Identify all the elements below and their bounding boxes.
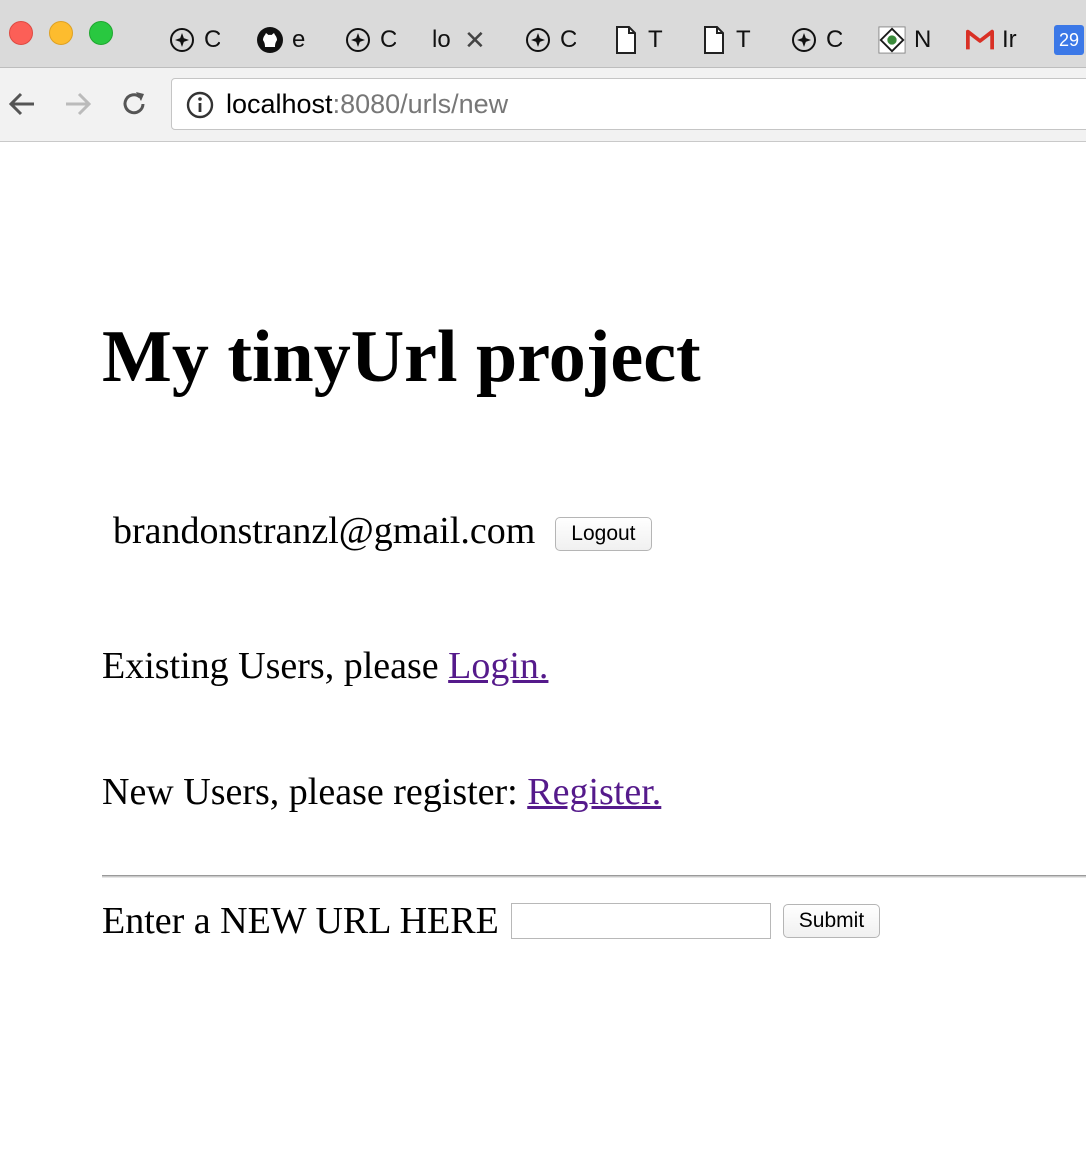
window-zoom-button[interactable]: [89, 21, 113, 45]
compass-icon: [790, 26, 818, 54]
tab-label: C: [204, 26, 220, 53]
new-users-line: New Users, please register: Register.: [102, 770, 661, 814]
new-users-text: New Users, please register:: [102, 771, 528, 813]
logout-button[interactable]: Logout: [555, 517, 652, 551]
new-url-label: Enter a NEW URL HERE: [102, 900, 499, 942]
tab-label: C: [826, 26, 842, 53]
window-minimize-button[interactable]: [49, 21, 73, 45]
reload-button[interactable]: [116, 86, 152, 122]
address-url[interactable]: localhost:8080/urls/new: [226, 89, 508, 120]
page-title: My tinyUrl project: [102, 316, 701, 398]
gmail-icon: [966, 26, 994, 54]
page-content: My tinyUrl project brandonstranzl@gmail.…: [0, 142, 1086, 1154]
user-email: brandonstranzl@gmail.com: [113, 510, 536, 552]
address-host: localhost: [226, 89, 333, 119]
login-link[interactable]: Login.: [448, 645, 548, 687]
site-logo-icon: [878, 26, 906, 54]
document-icon: [700, 26, 728, 54]
calendar-icon: 29: [1054, 25, 1084, 55]
browser-tab[interactable]: 29: [1020, 12, 1086, 67]
existing-users-line: Existing Users, please Login.: [102, 644, 548, 688]
compass-icon: [344, 26, 372, 54]
calendar-date-badge: 29: [1058, 29, 1080, 50]
document-icon: [612, 26, 640, 54]
tab-label: T: [736, 26, 751, 53]
compass-icon: [524, 26, 552, 54]
tab-label: T: [648, 26, 663, 53]
browser-toolbar: localhost:8080/urls/new: [0, 68, 1086, 142]
tab-close-icon[interactable]: ✕: [464, 25, 486, 56]
tab-strip: C e C lo ✕ C T T C N Ir 29: [0, 0, 1086, 68]
new-url-input[interactable]: [510, 903, 771, 939]
tab-label: C: [380, 26, 396, 53]
address-path: :8080/urls/new: [332, 89, 509, 119]
arrow-left-icon: [8, 92, 34, 116]
window-close-button[interactable]: [9, 21, 33, 45]
submit-button[interactable]: Submit: [782, 904, 881, 938]
tab-label: e: [292, 26, 306, 53]
register-link[interactable]: Register.: [527, 771, 661, 813]
existing-users-text: Existing Users, please: [102, 645, 449, 687]
reload-icon: [123, 92, 145, 115]
back-button[interactable]: [4, 86, 40, 122]
tab-label: lo: [432, 26, 451, 53]
compass-icon: [168, 26, 196, 54]
user-row: brandonstranzl@gmail.com Logout: [113, 509, 652, 553]
github-icon: [256, 26, 284, 54]
new-url-form: Enter a NEW URL HERE Submit: [102, 899, 881, 943]
arrow-right-icon: [66, 92, 92, 116]
tab-label: N: [914, 26, 930, 53]
tab-label: C: [560, 26, 576, 53]
forward-button[interactable]: [60, 86, 96, 122]
divider: [102, 875, 1086, 878]
tab-label: Ir: [1002, 26, 1017, 53]
info-icon[interactable]: [186, 91, 214, 119]
address-bar[interactable]: localhost:8080/urls/new: [171, 78, 1086, 130]
